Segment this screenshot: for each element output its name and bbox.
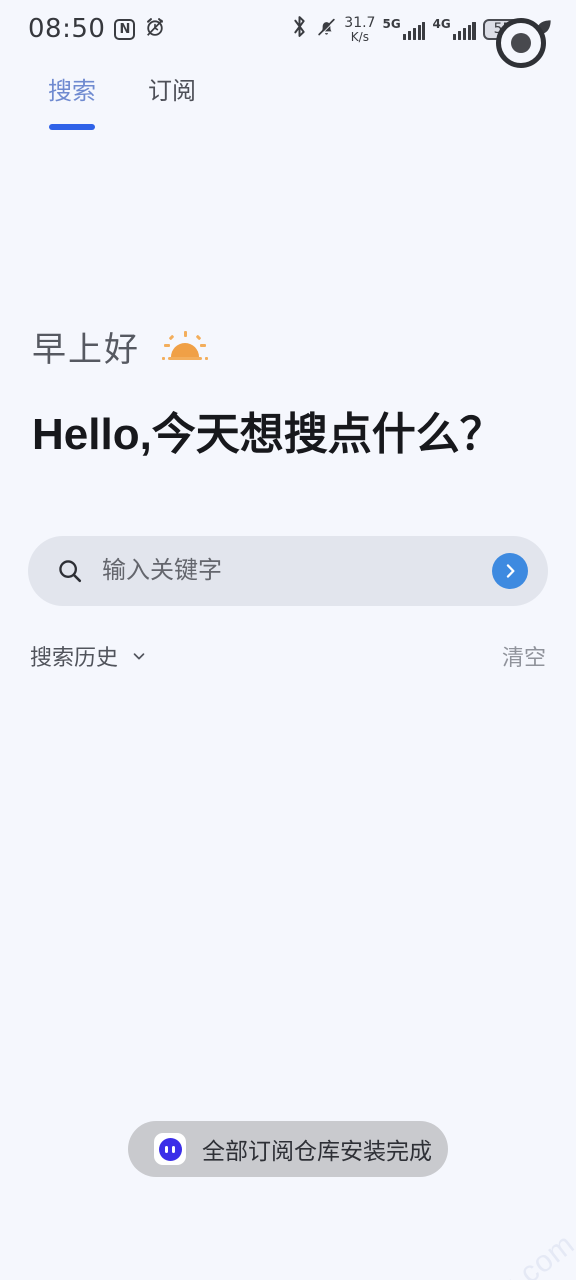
tab-search-label: 搜索 [48, 78, 96, 105]
tab-subscriptions-label: 订阅 [148, 78, 196, 105]
signal-5g-icon: 5G [382, 17, 426, 40]
status-bar-clock: 08:50 [28, 14, 106, 44]
tab-search[interactable]: 搜索 [48, 78, 96, 130]
app-face-icon [154, 1133, 186, 1165]
signal-5g-label: 5G [382, 17, 401, 31]
search-history-label: 搜索历史 [30, 645, 119, 670]
network-speed-unit: K/s [350, 29, 369, 44]
alarm-clock-icon [144, 16, 166, 43]
toast-message: 全部订阅仓库安装完成 [202, 1138, 432, 1164]
search-bar[interactable] [28, 536, 548, 606]
greeting-text: 早上好 [32, 331, 140, 369]
watermark: mfunz.com [438, 1227, 576, 1280]
bluetooth-icon [290, 15, 309, 43]
nfc-icon: N [114, 18, 136, 40]
clear-history-button[interactable]: 清空 [502, 640, 546, 672]
search-input[interactable] [102, 557, 492, 585]
bell-mute-icon [316, 16, 337, 43]
network-speed-value: 31.7 [344, 14, 376, 31]
greeting-row: 早上好 [32, 322, 208, 371]
top-tab-bar: 搜索 订阅 [0, 58, 576, 148]
signal-4g-icon: 4G [432, 17, 476, 40]
network-speed-indicator: 31.7 K/s [344, 16, 375, 43]
status-bar-left: 08:50 N [28, 14, 166, 44]
tab-subscriptions[interactable]: 订阅 [148, 78, 196, 120]
search-icon [56, 557, 84, 585]
tab-list: 搜索 订阅 [48, 78, 196, 130]
tab-active-indicator [49, 123, 95, 130]
search-submit-button[interactable] [492, 553, 528, 589]
search-history-toggle[interactable]: 搜索历史 [30, 640, 148, 672]
record-target-icon[interactable] [496, 18, 546, 68]
phone-screen: 08:50 N 31.7 K/s 5G 4G 搜索 订阅 早上好 Hello,今… [0, 0, 576, 1280]
sunrise-icon [162, 330, 208, 364]
page-title: Hello,今天想搜点什么？ [32, 410, 504, 459]
signal-4g-label: 4G [432, 17, 451, 31]
search-history-row: 搜索历史 清空 [30, 640, 546, 672]
chevron-right-icon [506, 564, 515, 578]
chevron-down-icon[interactable] [130, 647, 148, 665]
status-bar: 08:50 N 31.7 K/s 5G 4G [0, 0, 576, 58]
toast-notification: 全部订阅仓库安装完成 [128, 1121, 448, 1177]
